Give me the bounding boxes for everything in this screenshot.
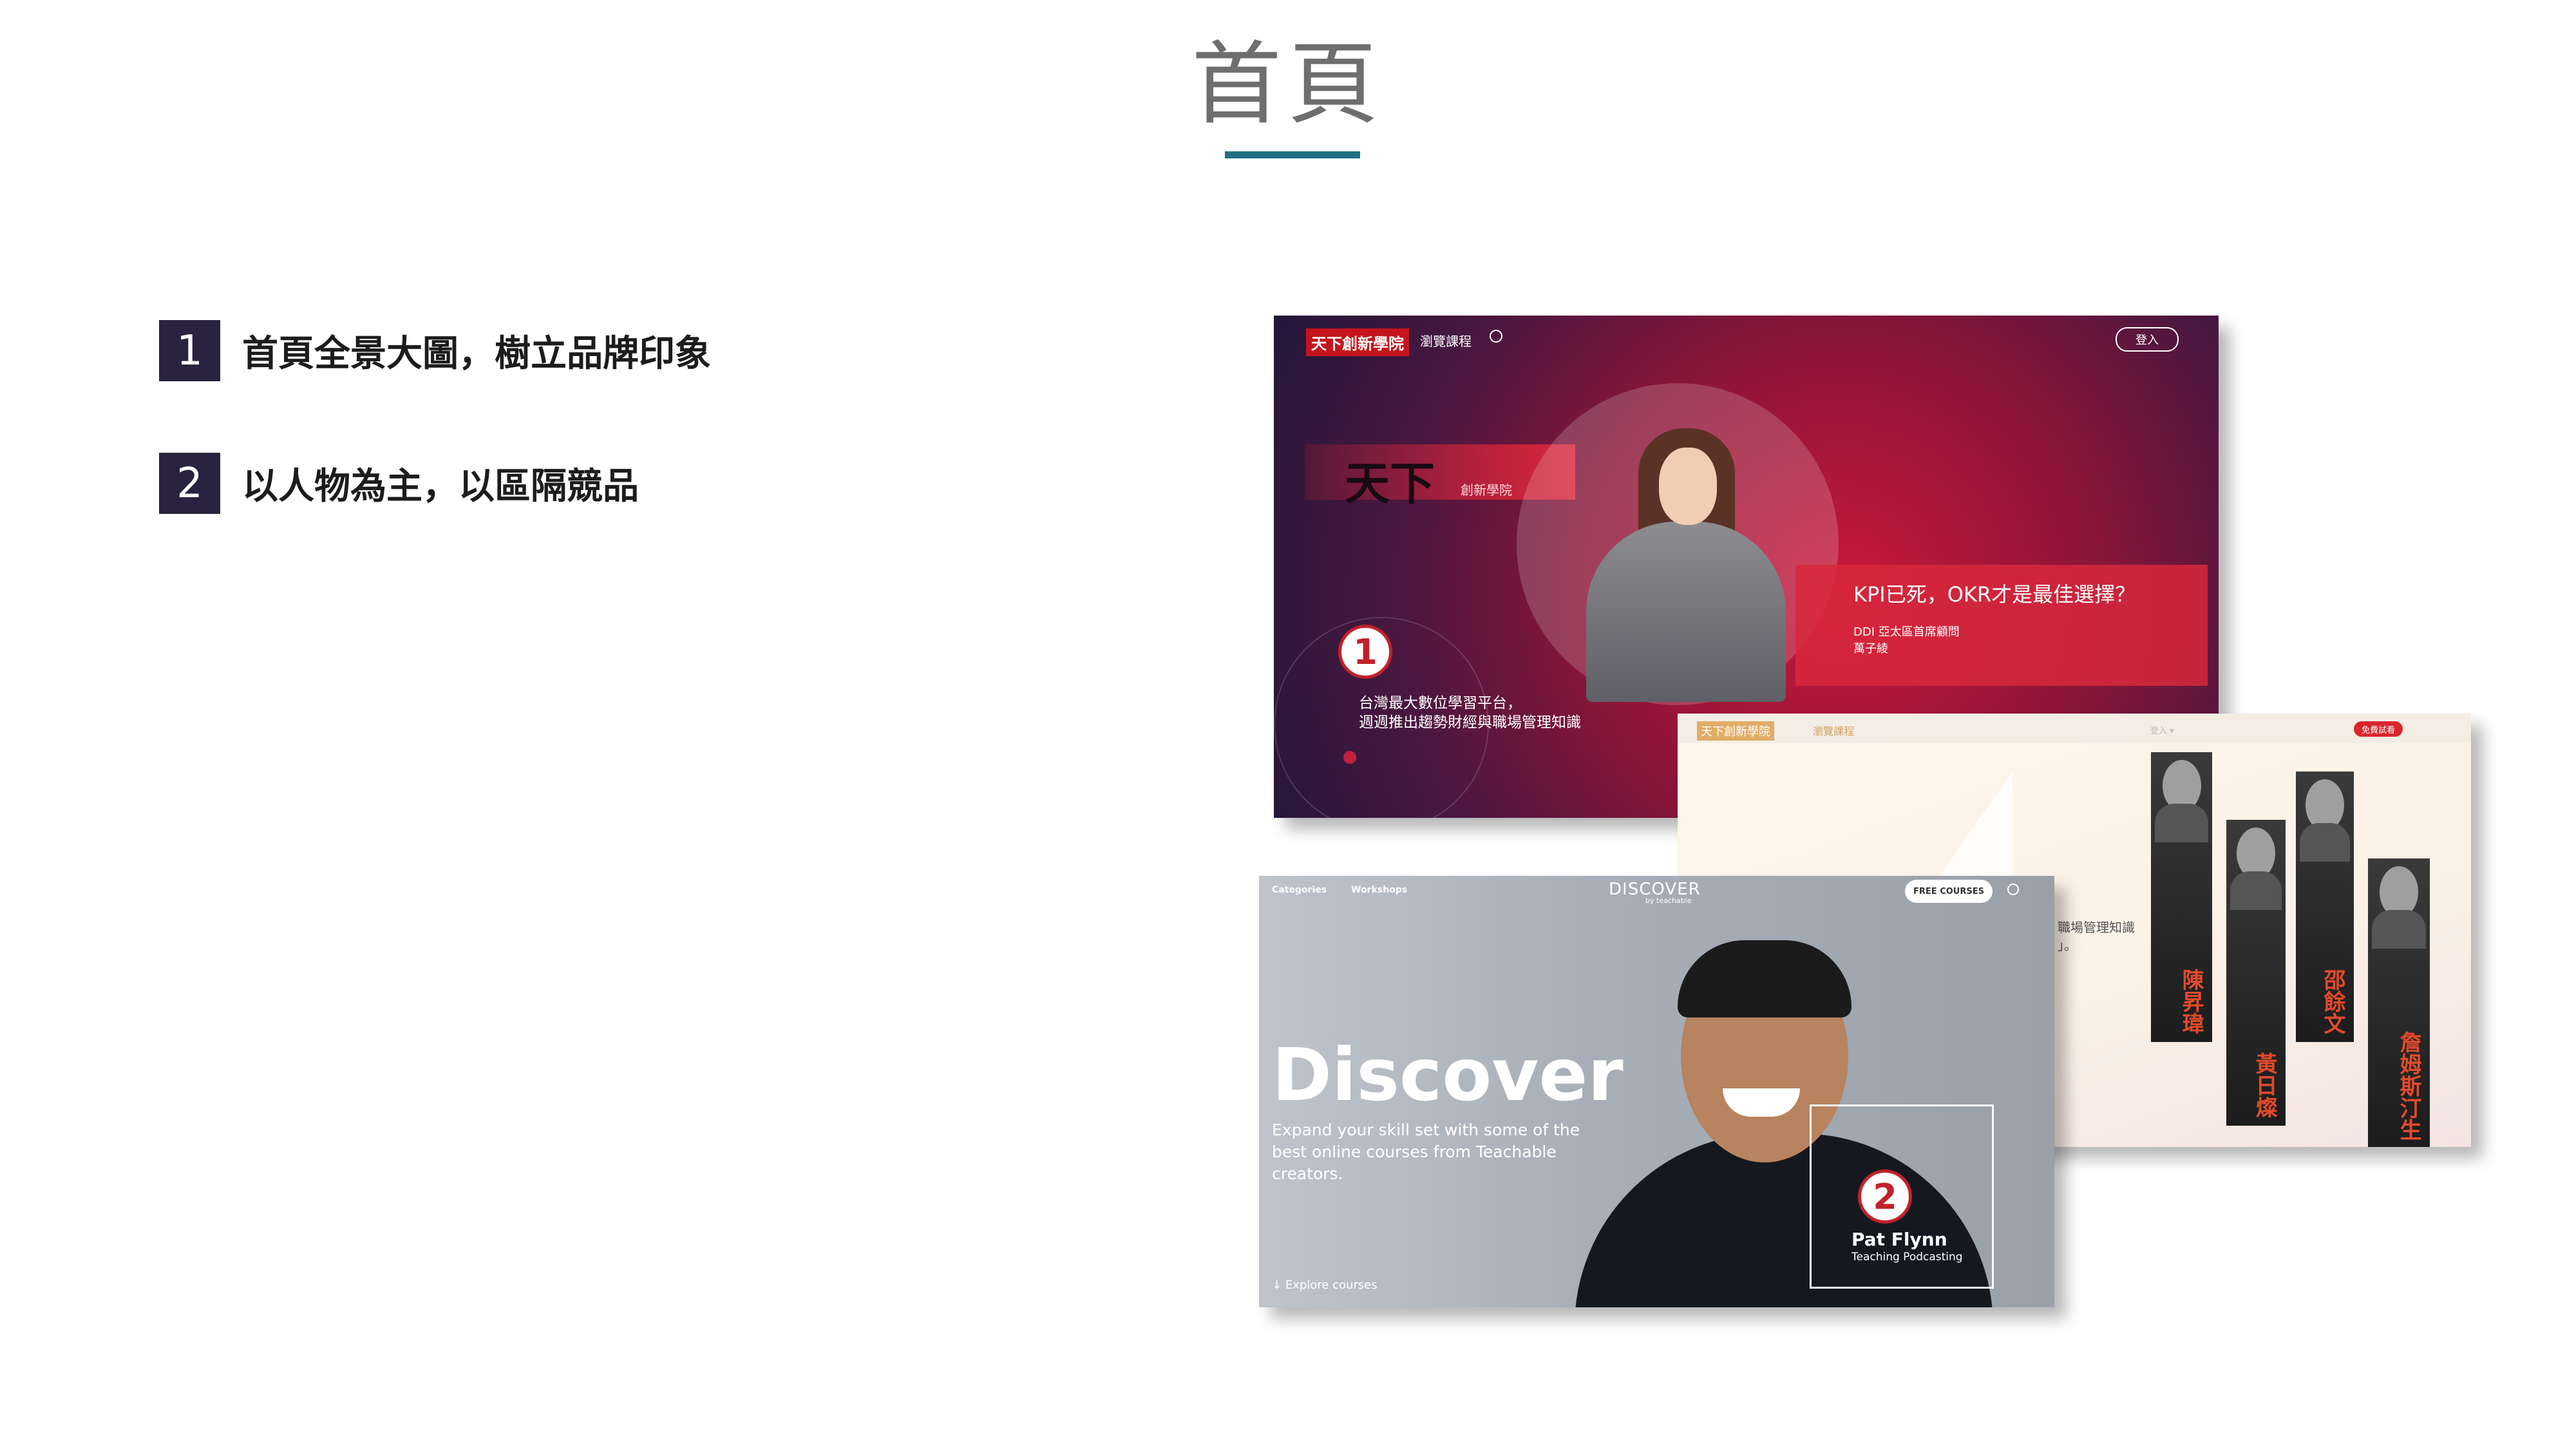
brand-subtitle: 創新學院 — [1461, 482, 1512, 498]
browse-courses-link[interactable]: 瀏覽課程 — [1813, 723, 1854, 738]
course-instructor: DDI 亞太區首席顧問 萬子綾 — [1853, 624, 1960, 658]
browse-courses-link[interactable]: 瀏覽課程 — [1420, 331, 1472, 350]
login-button[interactable]: 登入 — [2116, 327, 2179, 352]
top-nav — [1678, 714, 2471, 743]
hero-description: Expand your skill set with some of the b… — [1272, 1121, 1580, 1183]
search-icon[interactable] — [2007, 884, 2019, 895]
discover-logo-sub: by teachable — [1645, 896, 1692, 905]
instructor-torso — [2372, 910, 2426, 949]
hero-text-line-1: 職場管理知識 — [2058, 920, 2135, 935]
instructor-card[interactable]: 陳昇瑋 — [2151, 752, 2212, 1042]
site-logo[interactable]: 天下創新學院 — [1697, 721, 1774, 741]
instructor-role: DDI 亞太區首席顧問 — [1853, 625, 1960, 639]
instructor-torso — [2155, 804, 2208, 842]
instructor-name: 詹姆斯汀生 — [2396, 1031, 2421, 1141]
title-underline — [1225, 151, 1360, 158]
bullet-item-1: 1 首頁全景大圖，樹立品牌印象 — [159, 320, 711, 381]
hero-person-body — [1586, 522, 1786, 702]
instructor-card[interactable]: 黃日燦 — [2226, 820, 2286, 1126]
hero-text-line-2: 」。 — [2058, 938, 2077, 953]
bullet-item-2: 2 以人物為主，以區隔競品 — [159, 453, 639, 514]
workshops-link[interactable]: Workshops — [1351, 885, 1407, 895]
login-link[interactable]: 登入 ▾ — [2150, 724, 2174, 736]
tagline-line-2: 週週推出趨勢財經與職場管理知識 — [1359, 714, 1581, 731]
hero-headline: Discover — [1272, 1034, 1624, 1117]
free-trial-button[interactable]: 免費試看 — [2354, 721, 2403, 737]
hero-tagline: 台灣最大數位學習平台， 週週推出趨勢財經與職場管理知識 — [1359, 694, 1581, 732]
instructor-name: 陳昇瑋 — [2178, 969, 2204, 1034]
free-courses-button[interactable]: FREE COURSES — [1905, 880, 1993, 903]
categories-menu[interactable]: Categories — [1272, 885, 1327, 895]
annotation-badge-2: 2 — [1858, 1170, 1912, 1224]
screenshot-teachable-discover: Categories Workshops DISCOVER by teachab… — [1259, 876, 2054, 1307]
annotation-badge-1: 1 — [1338, 625, 1392, 679]
instructor-torso — [2300, 823, 2350, 862]
explore-courses-link[interactable]: ↓ Explore courses — [1272, 1278, 1378, 1292]
tagline-line-1: 台灣最大數位學習平台， — [1359, 695, 1522, 712]
instructor-torso — [2230, 871, 2282, 910]
instructor-name: 萬子綾 — [1853, 642, 1888, 656]
hero-person-face — [1659, 448, 1717, 525]
bullet-text: 以人物為主，以區隔競品 — [242, 466, 639, 507]
bullet-number: 2 — [159, 453, 220, 514]
featured-instructor-topic: Teaching Podcasting — [1852, 1251, 1963, 1264]
brand-mark: 天下 — [1345, 457, 1435, 510]
page-title: 首頁 — [1191, 32, 1385, 137]
course-title: KPI已死，OKR才是最佳選擇？ — [1853, 582, 2136, 607]
featured-instructor-name: Pat Flynn — [1852, 1229, 1947, 1250]
site-logo[interactable]: 天下創新學院 — [1306, 328, 1409, 356]
hero-person-hair — [1678, 940, 1852, 1018]
instructor-card[interactable]: 邵餘文 — [2296, 772, 2354, 1042]
hero-text: 職場管理知識 」。 — [2058, 918, 2135, 954]
search-icon[interactable] — [1490, 330, 1502, 343]
bullet-number: 1 — [159, 320, 220, 381]
explore-label: Explore courses — [1285, 1278, 1378, 1292]
carousel-dot[interactable] — [1343, 751, 1356, 764]
instructor-name: 邵餘文 — [2320, 969, 2345, 1034]
bullet-text: 首頁全景大圖，樹立品牌印象 — [242, 333, 711, 375]
instructor-name: 黃日燦 — [2251, 1052, 2277, 1118]
instructor-card[interactable]: 詹姆斯汀生 — [2368, 858, 2430, 1147]
